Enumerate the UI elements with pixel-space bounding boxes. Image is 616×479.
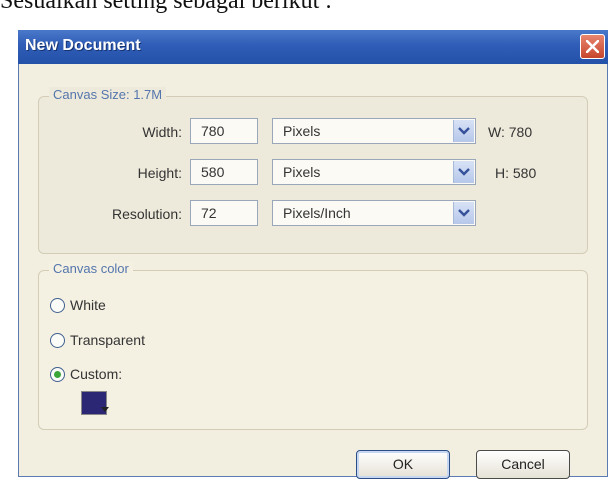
radio-white-label: White [70,297,106,313]
width-field[interactable]: 780 [190,118,258,144]
width-readout: W: 780 [488,124,533,140]
close-icon [586,40,599,53]
dialog-title: New Document [25,37,141,54]
dialog-titlebar[interactable]: New Document [18,30,608,64]
page-caption: Sesuaikan setting sebagai berikut : [0,0,332,14]
radio-selected-dot [54,371,61,378]
height-readout: H: 580 [495,165,537,181]
chevron-down-icon [458,209,470,217]
height-field[interactable]: 580 [190,159,258,185]
canvas-color-group: Canvas color [38,261,588,430]
canvas-size-legend: Canvas Size: 1.7M [49,87,167,102]
swatch-dropdown-icon[interactable] [101,407,109,413]
resolution-field[interactable]: 72 [190,200,258,226]
resolution-unit-select[interactable]: Pixels/Inch [272,200,476,226]
width-unit-dropdown-button[interactable] [453,120,474,142]
width-unit-value: Pixels [283,123,321,139]
height-unit-value: Pixels [283,164,321,180]
radio-white-circle[interactable] [50,298,65,313]
chevron-down-icon [458,168,470,176]
resolution-unit-dropdown-button[interactable] [453,202,474,224]
width-label: Width: [142,124,182,140]
radio-custom-circle[interactable] [50,367,65,382]
height-label: Height: [137,165,182,181]
radio-transparent-circle[interactable] [50,333,65,348]
canvas-color-legend: Canvas color [49,261,133,276]
resolution-unit-value: Pixels/Inch [283,205,351,221]
height-unit-dropdown-button[interactable] [453,161,474,183]
height-unit-select[interactable]: Pixels [272,159,476,185]
ok-button[interactable]: OK [356,450,450,479]
chevron-down-icon [458,127,470,135]
radio-transparent-label: Transparent [70,332,145,348]
resolution-label: Resolution: [111,206,182,222]
cancel-button[interactable]: Cancel [476,450,570,479]
close-button[interactable] [580,34,605,59]
radio-custom-label: Custom: [70,366,123,382]
width-unit-select[interactable]: Pixels [272,118,476,144]
